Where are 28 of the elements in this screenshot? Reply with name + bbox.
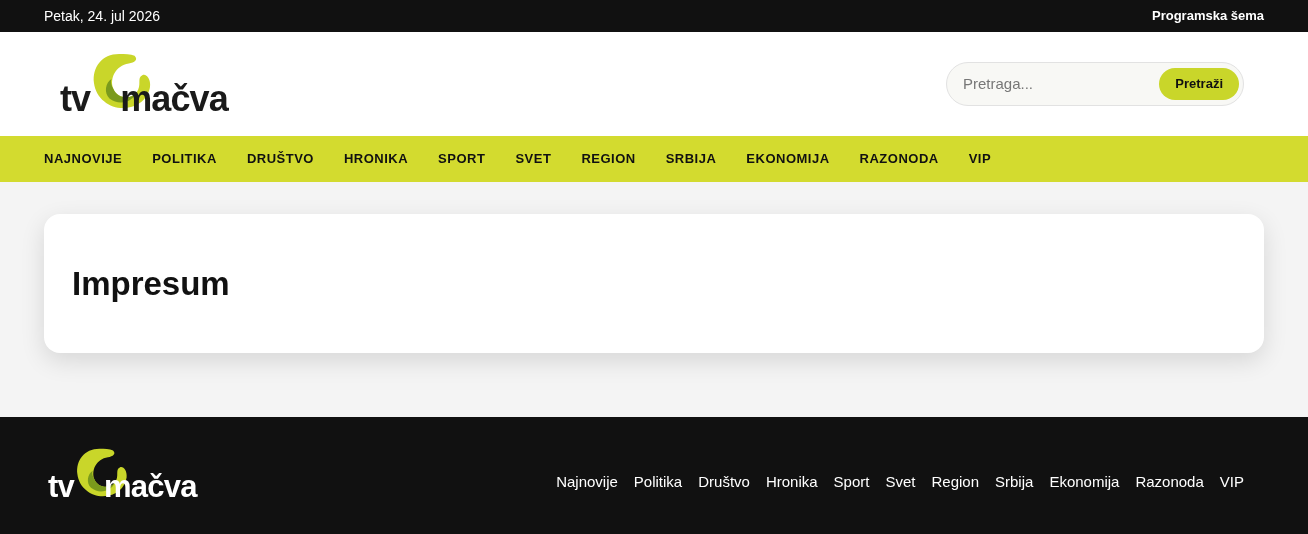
page-title: Impresum [72,263,230,304]
nav-item[interactable]: RAZONODA [859,149,939,169]
search-input[interactable]: Pretraga... [963,72,1143,96]
footer-link[interactable]: Hronika [765,471,818,494]
search-button[interactable]: Pretraži [1159,68,1239,100]
footer-link[interactable]: Srbija [995,471,1034,494]
nav-item[interactable]: DRUŠTVO [246,149,314,169]
footer-link[interactable]: Politika [633,471,683,494]
footer-link[interactable]: Najnovije [556,471,618,494]
nav-item[interactable]: SRBIJA [665,149,717,169]
footer-link[interactable]: Razonoda [1135,471,1204,494]
nav-item[interactable]: VIP [968,149,992,169]
footer-link[interactable]: Region [931,471,979,494]
footer-link[interactable]: Društvo [698,471,750,494]
nav-item[interactable]: EKONOMIJA [746,149,830,169]
footer-link[interactable]: VIP [1219,471,1244,494]
nav-item[interactable]: REGION [581,149,636,169]
nav-item[interactable]: SVET [515,149,552,169]
nav-item[interactable]: POLITIKA [152,149,217,169]
schedule-link[interactable]: Programska šema [1152,6,1264,26]
nav-item[interactable]: NAJNOVIJE [44,149,123,169]
search-field[interactable]: Pretraga... Pretraži [946,62,1244,106]
date-text: Petak, 24. jul 2026 [44,6,160,26]
footer-link[interactable]: Sport [833,471,870,494]
nav-item[interactable]: SPORT [438,149,486,169]
footer-link[interactable]: Svet [885,471,916,494]
nav-item[interactable]: HRONIKA [343,149,409,169]
footer-link[interactable]: Ekonomija [1049,471,1120,494]
